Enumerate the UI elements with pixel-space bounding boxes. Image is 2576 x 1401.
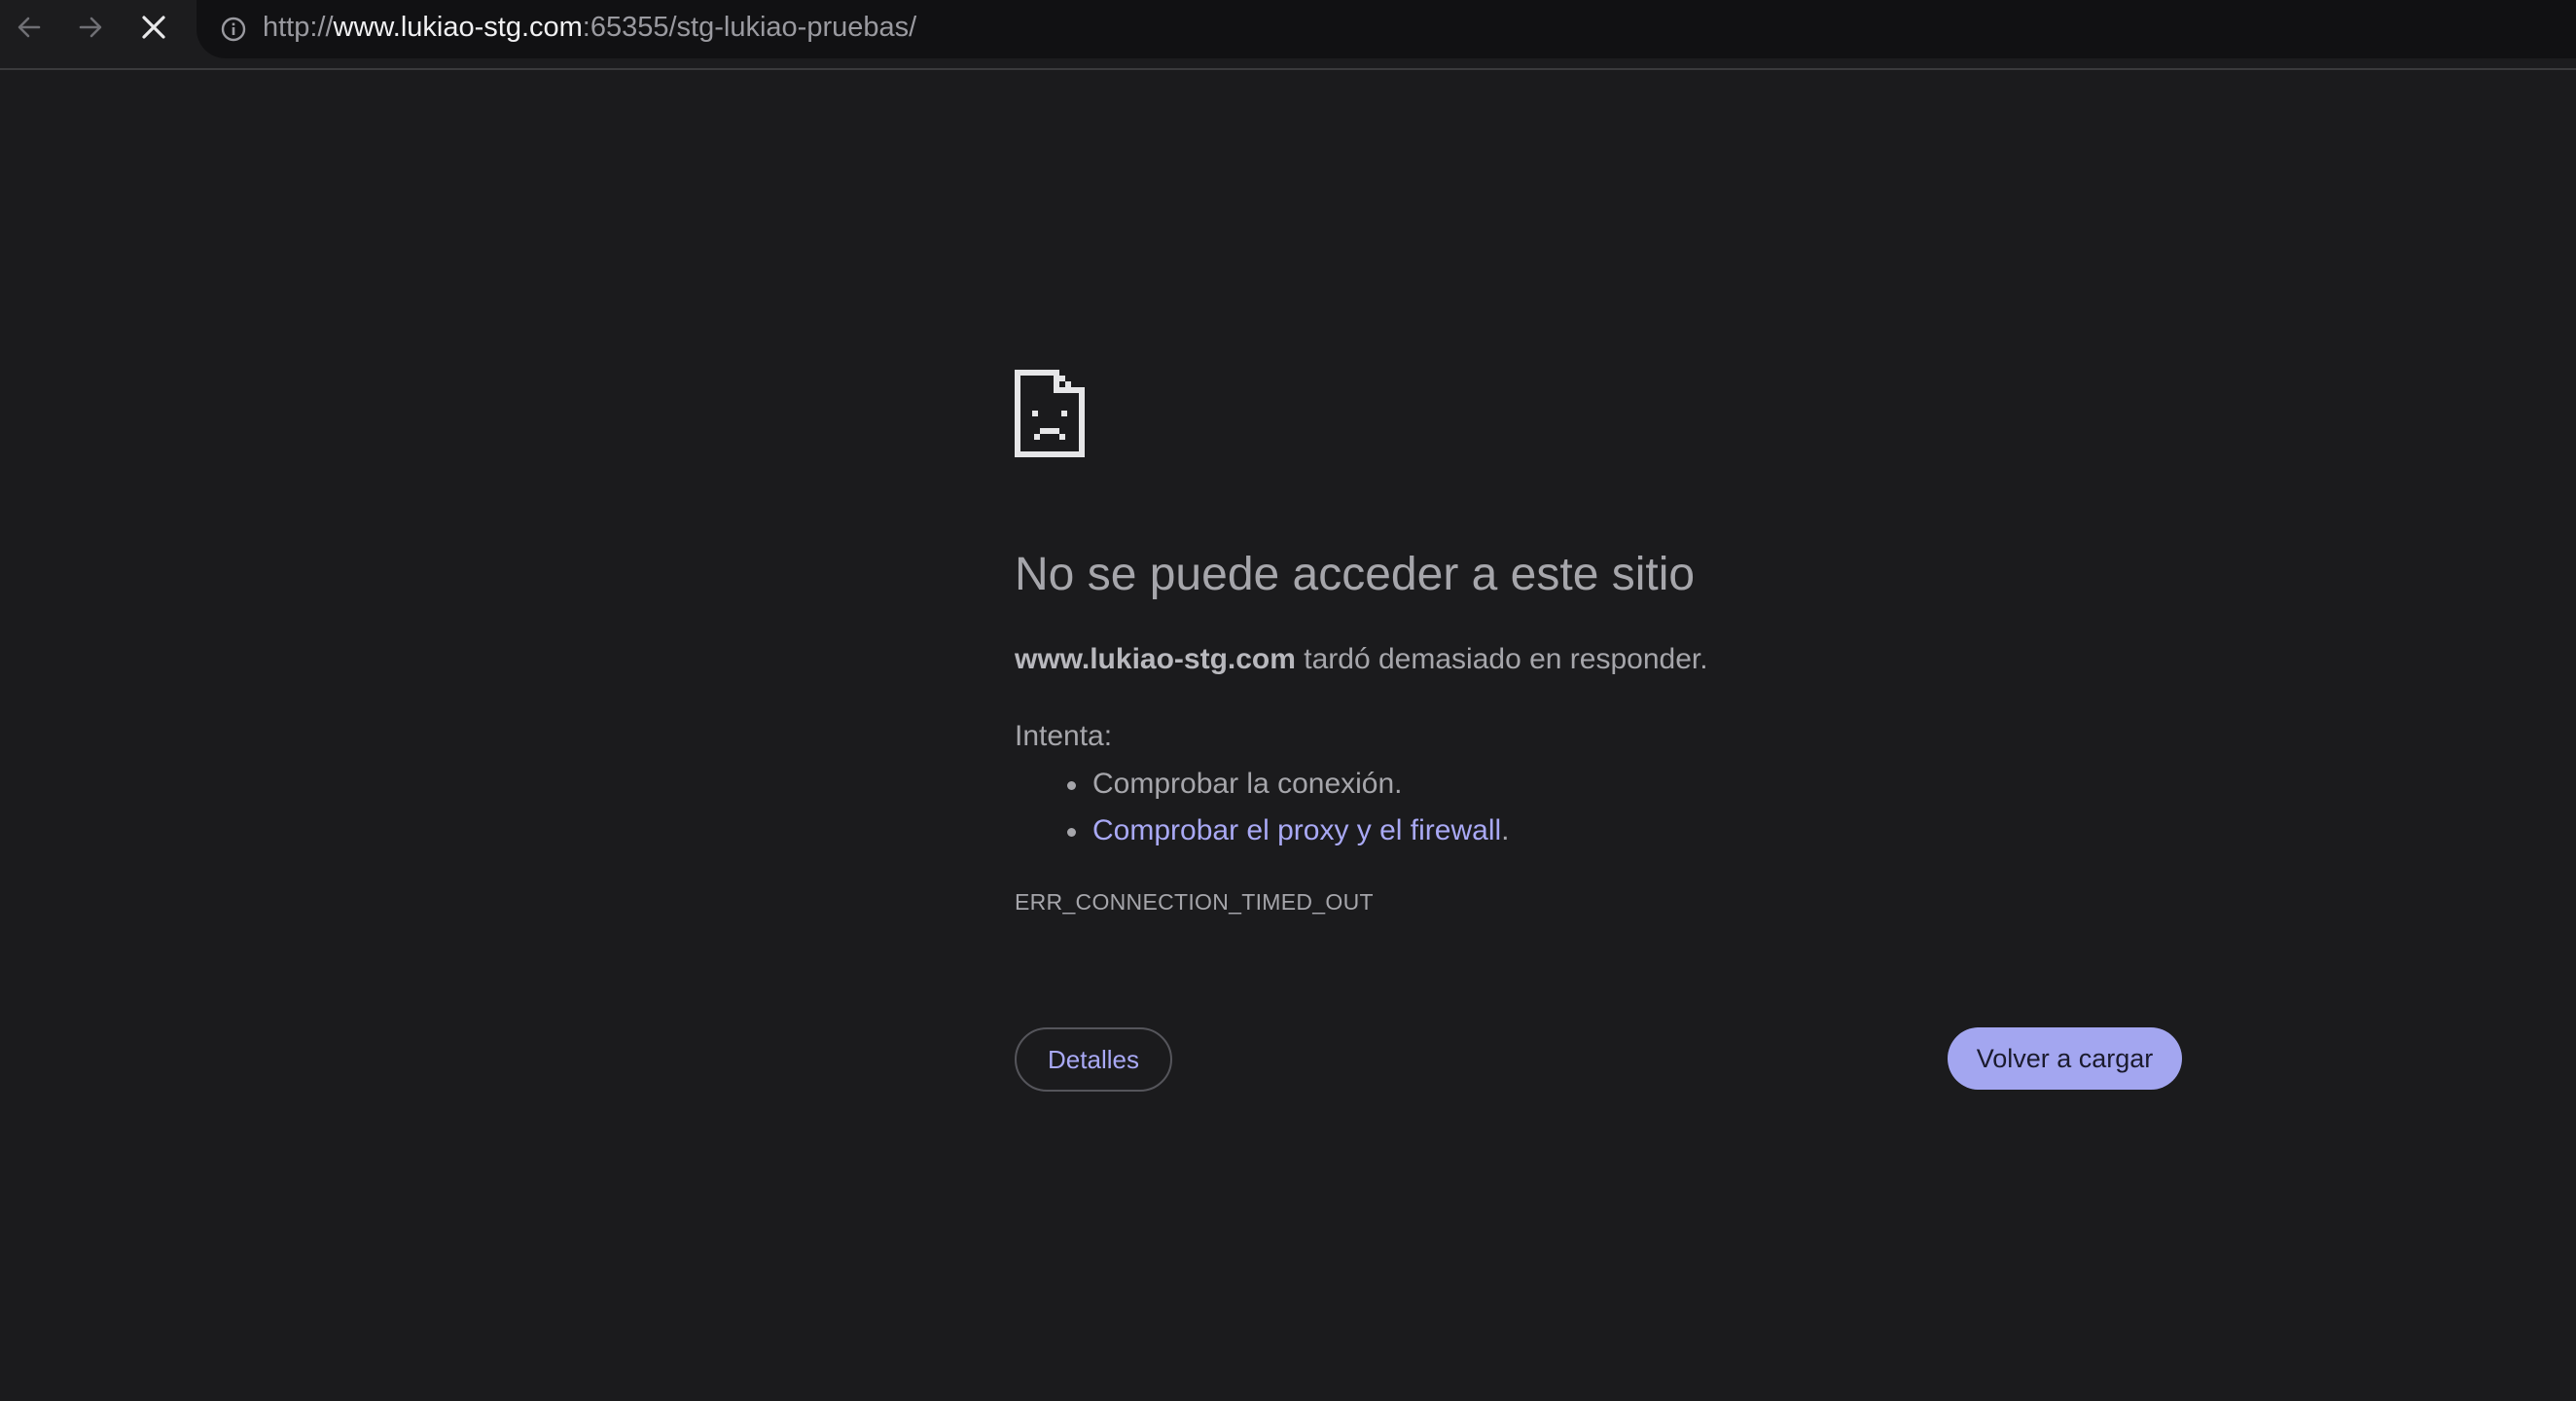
back-button[interactable] bbox=[2, 0, 56, 54]
stop-loading-button[interactable] bbox=[126, 0, 181, 54]
details-button[interactable]: Detalles bbox=[1015, 1027, 1172, 1092]
url-path: :65355/stg-lukiao-pruebas/ bbox=[582, 12, 917, 43]
error-host: www.lukiao-stg.com bbox=[1015, 643, 1296, 675]
error-code: ERR_CONNECTION_TIMED_OUT bbox=[1015, 889, 1374, 915]
browser-toolbar: http://www.lukiao-stg.com:65355/stg-luki… bbox=[0, 0, 2576, 70]
suggestion-suffix: . bbox=[1501, 814, 1510, 846]
url-text[interactable]: http://www.lukiao-stg.com:65355/stg-luki… bbox=[263, 0, 916, 55]
url-scheme: http:// bbox=[263, 12, 334, 43]
suggestion-check-connection: Comprobar la conexión. bbox=[1015, 761, 1510, 808]
suggestion-check-proxy: Comprobar el proxy y el firewall. bbox=[1015, 808, 1510, 854]
reload-button[interactable]: Volver a cargar bbox=[1948, 1027, 2182, 1090]
forward-button[interactable] bbox=[63, 0, 118, 54]
site-info-icon[interactable] bbox=[216, 12, 251, 47]
error-message: tardó demasiado en responder. bbox=[1295, 643, 1708, 675]
proxy-firewall-link[interactable]: Comprobar el proxy y el firewall bbox=[1092, 814, 1501, 846]
suggestions-list: Comprobar la conexión. Comprobar el prox… bbox=[1015, 761, 1510, 854]
url-host: www.lukiao-stg.com bbox=[333, 12, 583, 43]
back-arrow-icon bbox=[18, 17, 41, 38]
error-summary: www.lukiao-stg.com tardó demasiado en re… bbox=[1015, 637, 1708, 682]
stop-loading-icon bbox=[142, 16, 165, 39]
forward-arrow-icon bbox=[79, 17, 102, 38]
suggestions-heading: Intenta: bbox=[1015, 720, 1113, 752]
address-bar[interactable]: http://www.lukiao-stg.com:65355/stg-luki… bbox=[197, 0, 2576, 58]
sad-document-icon bbox=[1015, 370, 1085, 457]
suggestion-text: Comprobar la conexión. bbox=[1092, 768, 1403, 800]
error-title: No se puede acceder a este sitio bbox=[1015, 549, 1696, 600]
